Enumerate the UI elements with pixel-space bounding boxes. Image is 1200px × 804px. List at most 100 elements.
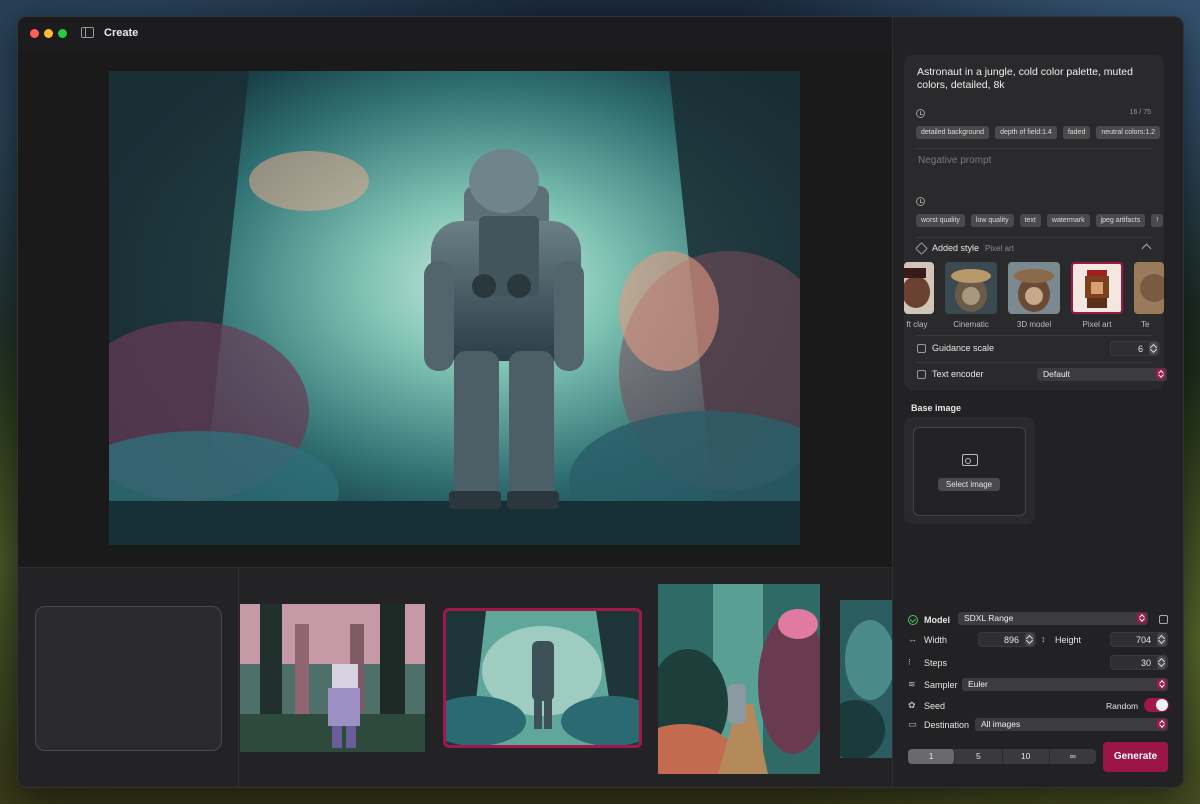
sampler-icon: ≋ <box>908 679 916 689</box>
gallery-thumbnail[interactable] <box>658 584 820 774</box>
text-encoder-icon <box>917 370 926 379</box>
random-label: Random <box>1106 701 1139 711</box>
divider <box>916 237 1152 238</box>
negative-tag[interactable]: low quality <box>970 214 1014 227</box>
generate-button[interactable]: Generate <box>1103 742 1168 772</box>
batch-option-10[interactable]: 10 <box>1003 749 1050 764</box>
brush-icon <box>915 242 928 255</box>
seed-label: Seed <box>924 701 946 711</box>
guidance-icon <box>917 344 926 353</box>
style-thumbnail[interactable] <box>904 262 934 314</box>
gallery-thumbnail-selected[interactable] <box>443 608 642 748</box>
base-image-dropzone[interactable]: Select image <box>913 427 1026 516</box>
stepper-arrows-icon[interactable] <box>1025 633 1034 646</box>
random-seed-toggle[interactable] <box>1144 698 1169 712</box>
negative-prompt-input[interactable]: Negative prompt <box>918 155 991 166</box>
negative-tag[interactable]: ! <box>1151 214 1164 227</box>
prompt-input[interactable]: Astronaut in a jungle, cold color palett… <box>917 66 1157 92</box>
negative-tags: worst quality low quality text watermark… <box>916 214 1166 227</box>
image-icon <box>962 454 978 466</box>
chevron-up-icon[interactable] <box>1141 243 1152 254</box>
text-encoder-label: Text encoder <box>932 369 984 379</box>
seed-icon: ✿ <box>908 700 916 710</box>
style-label: Cinematic <box>953 320 989 329</box>
prompt-tags: detailed background depth of field:1.4 f… <box>916 126 1166 139</box>
style-thumbnail[interactable] <box>1008 262 1060 314</box>
stepper-arrows-icon[interactable] <box>1149 342 1158 355</box>
guidance-label: Guidance scale <box>932 343 995 353</box>
select-arrows-icon <box>1137 613 1146 623</box>
text-encoder-select[interactable]: Default <box>1037 368 1167 381</box>
destination-label: Destination <box>924 720 970 730</box>
stepper-arrows-icon[interactable] <box>1157 656 1166 669</box>
destination-select[interactable]: All images <box>975 718 1168 731</box>
history-gallery <box>18 567 892 787</box>
height-label: Height <box>1055 635 1082 645</box>
stepper-arrows-icon[interactable] <box>1157 633 1166 646</box>
style-label: Pixel art <box>1082 320 1112 329</box>
prompt-history-icon[interactable] <box>916 109 925 118</box>
settings-panel: Astronaut in a jungle, cold color palett… <box>892 17 1183 787</box>
negative-tag[interactable]: text <box>1019 214 1041 227</box>
divider <box>916 335 1152 336</box>
select-image-button[interactable]: Select image <box>938 478 1000 491</box>
batch-option-5[interactable]: 5 <box>955 749 1003 764</box>
model-label: Model <box>924 615 950 625</box>
batch-count-control: 1 5 10 ∞ <box>908 749 1096 764</box>
added-style-label: Added style <box>932 243 980 253</box>
app-window: Create Astronaut in a jungle, cold color… <box>17 16 1184 788</box>
gallery-divider <box>238 568 239 787</box>
destination-value: All images <box>981 719 1021 729</box>
steps-label: Steps <box>924 658 948 668</box>
divider <box>916 362 1152 363</box>
style-label: 3D model <box>1016 320 1052 329</box>
prompt-tag[interactable]: faded <box>1062 126 1091 139</box>
height-icon: ↕ <box>1041 634 1046 644</box>
empty-gallery-slot[interactable] <box>35 606 222 751</box>
canvas-area <box>18 53 892 567</box>
width-icon: ↔ <box>908 634 917 644</box>
prompt-tag[interactable]: neutral colors:1.2 <box>1096 126 1161 139</box>
sidebar-toggle-icon[interactable] <box>81 27 94 38</box>
prompt-tag[interactable]: detailed background <box>916 126 990 139</box>
steps-icon: ⁝ <box>908 657 911 667</box>
gallery-thumbnail[interactable] <box>840 600 892 758</box>
negative-tag[interactable]: jpeg artifacts <box>1095 214 1146 227</box>
style-thumbnail[interactable] <box>1134 262 1164 314</box>
sampler-select[interactable]: Euler <box>962 678 1168 691</box>
style-label: Te <box>1141 320 1150 329</box>
style-thumbnail-selected[interactable] <box>1071 262 1123 314</box>
batch-option-1[interactable]: 1 <box>908 749 956 764</box>
select-arrows-icon <box>1157 719 1166 729</box>
style-carousel <box>904 262 1164 314</box>
close-window-button[interactable] <box>30 29 39 38</box>
added-style-row[interactable]: Added style Pixel art <box>932 243 1014 253</box>
style-label: ft clay <box>906 320 928 329</box>
select-arrows-icon <box>1156 369 1165 379</box>
generated-image[interactable] <box>109 71 800 545</box>
model-ready-icon <box>908 615 918 625</box>
gallery-thumbnail[interactable] <box>240 604 425 752</box>
window-title: Create <box>104 27 139 39</box>
prompt-tag[interactable]: depth of field:1.4 <box>995 126 1057 139</box>
sampler-value: Euler <box>968 679 988 689</box>
model-info-icon[interactable] <box>1159 615 1168 624</box>
minimize-window-button[interactable] <box>44 29 53 38</box>
style-thumbnail[interactable] <box>945 262 997 314</box>
divider <box>916 148 1152 149</box>
folder-icon: ▭ <box>908 719 917 729</box>
model-select[interactable]: SDXL Range <box>958 612 1148 625</box>
text-encoder-value: Default <box>1043 369 1070 379</box>
titlebar: Create <box>18 17 892 53</box>
added-style-value: Pixel art <box>985 244 1014 253</box>
width-label: Width <box>924 635 948 645</box>
batch-option-infinite[interactable]: ∞ <box>1050 749 1096 764</box>
sampler-label: Sampler <box>924 680 958 690</box>
zoom-window-button[interactable] <box>58 29 67 38</box>
token-count: 16 / 75 <box>1129 109 1151 116</box>
base-image-title: Base image <box>911 403 962 413</box>
negative-tag[interactable]: watermark <box>1046 214 1090 227</box>
prompt-card: Astronaut in a jungle, cold color palett… <box>904 55 1167 390</box>
negative-history-icon[interactable] <box>916 197 925 206</box>
negative-tag[interactable]: worst quality <box>916 214 965 227</box>
